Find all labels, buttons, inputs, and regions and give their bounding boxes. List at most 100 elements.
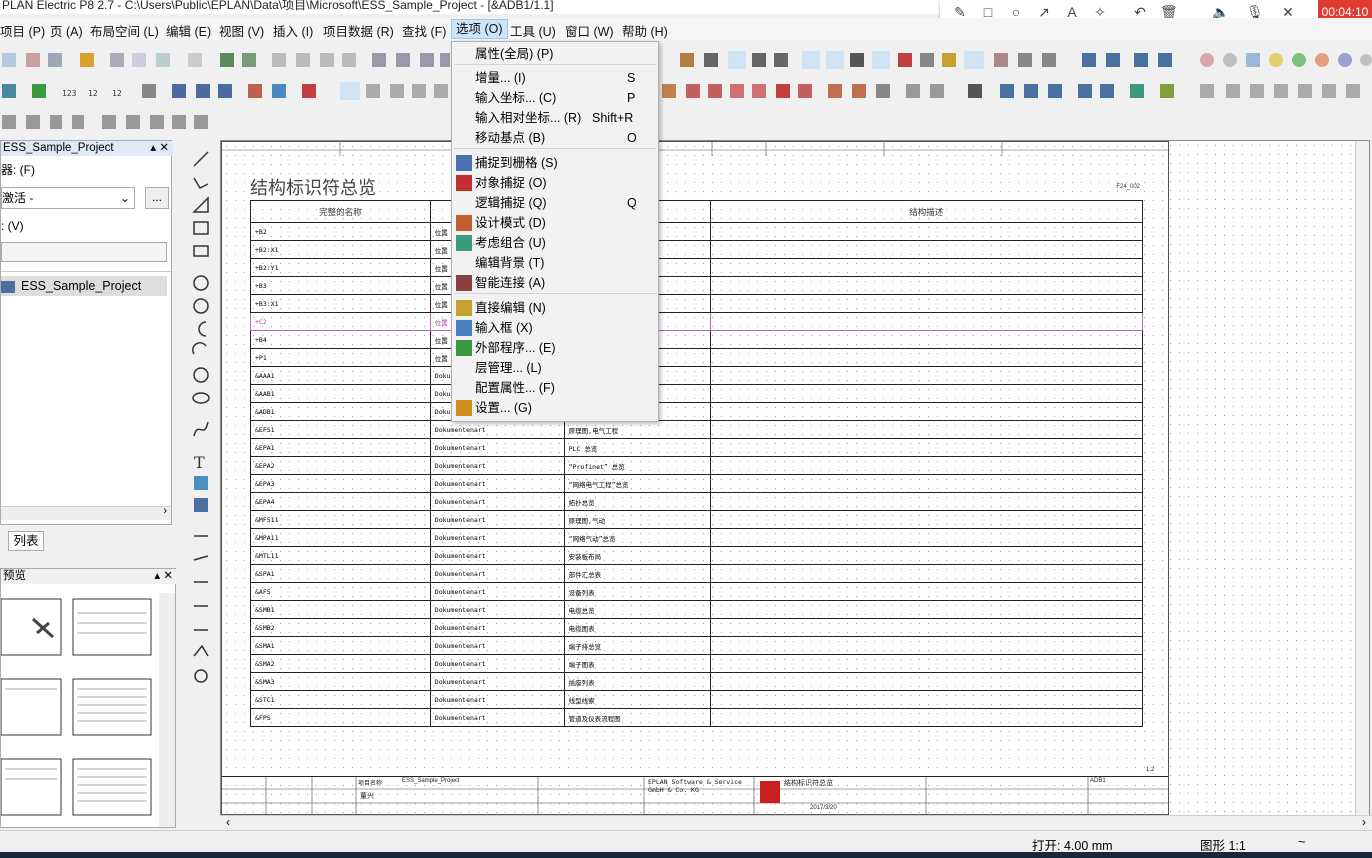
menu-options[interactable]: 选项 (O) [451, 19, 508, 39]
table-row: +B2:Y1位置起移 [250, 258, 1144, 277]
table-cell: Dokumentenart [429, 618, 565, 637]
table-cell: &SMA1 [250, 636, 431, 655]
options-menu-item-7[interactable]: 逻辑捕捉 (Q) Q [452, 193, 658, 213]
value-input[interactable] [1, 242, 167, 262]
menu-item-shortcut: S [627, 71, 636, 85]
tb-drawn-by: 董兴 [360, 793, 374, 800]
table-row: +B4 位置 [250, 330, 1144, 349]
table-row: &SMA2 Dokumentenart 端子图表 [250, 654, 1144, 673]
options-menu-item-5[interactable]: 捕捉到栅格 (S) [452, 153, 658, 173]
tab-list[interactable]: 列表 [8, 531, 44, 551]
table-cell: &EPA3 [250, 474, 431, 493]
preview-header: 预览 ▴ ✕ [1, 569, 177, 584]
table-cell [709, 474, 1144, 493]
puzzle-icon [456, 340, 472, 356]
menu-item-label: 层管理... (L) [475, 361, 542, 375]
tb-project-name: ESS_Sample_Project [402, 778, 460, 784]
pin-close-icon[interactable]: ▴ ✕ [154, 569, 173, 583]
canvas-vertical-scrollbar[interactable] [1355, 141, 1369, 815]
taskbar [0, 852, 1372, 858]
menu-item-label: 智能连接 (A) [475, 276, 546, 290]
drawing-tool-icons[interactable]: T [190, 140, 212, 830]
options-menu-item-14[interactable]: 外部程序... (E) [452, 338, 658, 358]
preview-scrollbar[interactable] [159, 593, 175, 827]
menu-project[interactable]: 项目 (P) [0, 21, 45, 40]
group-icon [456, 235, 472, 251]
menu-edit[interactable]: 编辑 (E) [166, 21, 211, 40]
menu-view[interactable]: 视图 (V) [219, 21, 264, 40]
canvas-horizontal-scrollbar[interactable]: ‹ › [220, 815, 1372, 829]
table-cell: &EPA1 [250, 438, 431, 457]
table-cell: 拓扑总览 [563, 492, 711, 511]
menu-item-shortcut: Shift+R [592, 111, 634, 125]
table-cell: Dokumentenart [429, 546, 565, 565]
menu-help[interactable]: 帮助 (H) [622, 21, 668, 40]
table-cell: Dokumentenart [429, 474, 565, 493]
design-mode-icon [456, 215, 472, 231]
options-menu-item-2[interactable]: 输入坐标... (C) P [452, 88, 658, 108]
table-cell: 插座列表 [563, 672, 711, 691]
menu-find[interactable]: 查找 (F) [402, 21, 446, 40]
options-menu-item-17[interactable]: 设置... (G) [452, 398, 658, 418]
table-cell: &AFS [250, 582, 431, 601]
options-menu-item-8[interactable]: 设计模式 (D) [452, 213, 658, 233]
table-cell: “网络气动”总览 [563, 528, 711, 547]
filter-select[interactable]: 激活 - ⌄ [1, 187, 135, 209]
options-menu-item-15[interactable]: 层管理... (L) [452, 358, 658, 378]
options-menu-item-3[interactable]: 输入相对坐标... (R) Shift+R [452, 108, 658, 128]
toolbar-icons-2[interactable]: 123 12 12 [0, 79, 1372, 105]
options-menu-item-10[interactable]: 编辑背景 (T) [452, 253, 658, 273]
table-row: +B3:X1 位置 [250, 294, 1144, 313]
table-cell: +B3:X1 [250, 294, 431, 313]
menu-page[interactable]: 页 (A) [50, 21, 83, 40]
options-menu-item-11[interactable]: 智能连接 (A) [452, 273, 658, 293]
structure-identifier-table: 完整的名称 结构描述 +B2位置+B2:X1位置+B2:Y1位置起移+B3位置+… [250, 200, 1144, 727]
options-menu-item-1[interactable]: 增量... (I) S [452, 68, 658, 88]
table-row: &AAB1 Doku [250, 384, 1144, 403]
menu-tools[interactable]: 工具 (U) [510, 21, 556, 40]
table-cell [709, 690, 1144, 709]
tb-page-of: 1.2 [1146, 767, 1155, 773]
chevron-left-icon[interactable]: ‹ [226, 815, 230, 829]
table-cell [709, 456, 1144, 475]
menu-insert[interactable]: 插入 (I) [273, 21, 313, 40]
menu-item-label: 移动基点 (B) [475, 131, 546, 145]
options-menu-item-9[interactable]: 考虑组合 (U) [452, 233, 658, 253]
options-menu-item-4[interactable]: 移动基点 (B) O [452, 128, 658, 148]
options-menu-item-0[interactable]: 属性(全局) (P) [452, 44, 658, 64]
preview-thumbnails[interactable] [1, 593, 157, 827]
menu-project-data[interactable]: 项目数据 (R) [323, 21, 394, 40]
options-menu-item-12[interactable]: 直接编辑 (N) [452, 298, 658, 318]
page-navigator-panel: ESS_Sample_Project ▴ ✕ 器: (F) 激活 - ⌄ ...… [0, 140, 173, 525]
toolbar-icons-3[interactable] [0, 110, 220, 136]
table-cell: +B4 [250, 330, 431, 349]
pin-close-icon[interactable]: ▴ ✕ [150, 141, 169, 155]
table-row: &FPS Dokumentenart 管道及仪表流程图 [250, 708, 1144, 727]
magnet-icon [456, 175, 472, 191]
menu-layout-space[interactable]: 布局空间 (L) [90, 21, 159, 40]
chevron-right-icon[interactable]: › [163, 505, 167, 517]
menu-window[interactable]: 窗口 (W) [565, 21, 614, 40]
value-label: : (V) [1, 219, 24, 233]
horizontal-scrollbar[interactable]: › [1, 505, 171, 520]
menubar: 项目 (P) 页 (A) 布局空间 (L) 编辑 (E) 视图 (V) 插入 (… [0, 18, 1372, 40]
toolbar-icons-1[interactable] [0, 48, 1372, 74]
filter-more-button[interactable]: ... [145, 187, 169, 209]
options-menu-item-13[interactable]: 输入框 (X) [452, 318, 658, 338]
table-row: +C2 位置 [250, 312, 1144, 331]
options-menu-item-6[interactable]: 对象捕捉 (O) [452, 173, 658, 193]
options-menu-item-16[interactable]: 配置属性... (F) [452, 378, 658, 398]
table-cell: PLC 总览 [563, 438, 711, 457]
menu-item-label: 捕捉到栅格 (S) [475, 156, 558, 170]
table-cell: +B2 [250, 222, 431, 241]
tree-item-project[interactable]: ESS_Sample_Project [1, 276, 167, 296]
table-cell: 端子图表 [563, 654, 711, 673]
project-icon [1, 280, 15, 293]
table-cell: +B2:X1 [250, 240, 431, 259]
drawing-canvas[interactable]: 结构标识符总览 F24_002 完整的名称 结构描述 +B2 位置 +B2:X1 位置… [220, 140, 1370, 816]
toolbar-row-2: 123 12 12 [0, 79, 1372, 105]
chevron-right-icon[interactable]: › [1362, 815, 1366, 829]
table-cell: Dokumentenart [429, 654, 565, 673]
svg-text:12: 12 [88, 89, 98, 98]
tree-item-label: ESS_Sample_Project [21, 279, 142, 293]
